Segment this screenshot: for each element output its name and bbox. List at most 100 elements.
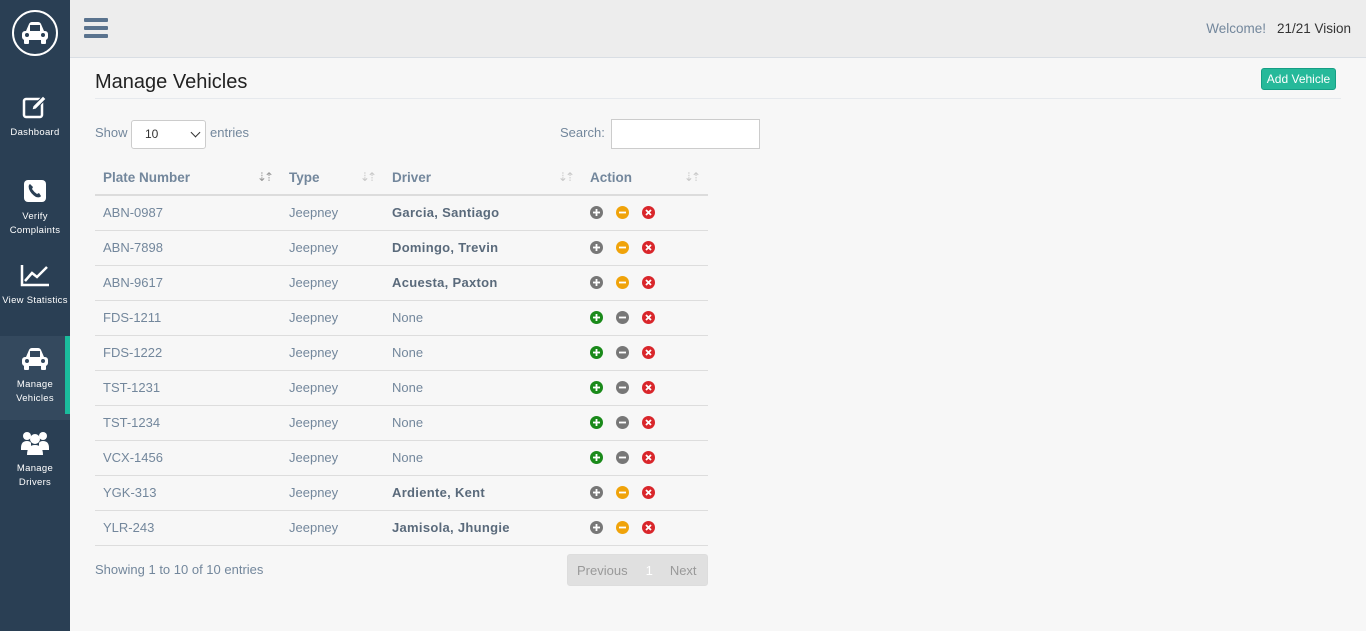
- sidebar-item-label: Dashboard: [10, 127, 60, 138]
- type-cell: Jeepney: [281, 195, 384, 231]
- unassign-driver-icon[interactable]: [616, 416, 629, 429]
- table-row: VCX-1456 Jeepney None: [95, 440, 708, 476]
- entries-select[interactable]: 10: [131, 120, 206, 149]
- next-button[interactable]: Next: [670, 563, 697, 578]
- driver-cell: Jamisola, Jhungie: [384, 510, 582, 546]
- unassign-driver-icon[interactable]: [616, 486, 629, 499]
- unassign-driver-icon[interactable]: [616, 451, 629, 464]
- assign-driver-icon[interactable]: [590, 311, 603, 324]
- delete-vehicle-icon[interactable]: [642, 486, 655, 499]
- sidebar-item-verify-complaints[interactable]: Verify Complaints: [0, 168, 70, 252]
- assign-driver-icon[interactable]: [590, 521, 603, 534]
- delete-vehicle-icon[interactable]: [642, 416, 655, 429]
- delete-vehicle-icon[interactable]: [642, 346, 655, 359]
- table-row: TST-1231 Jeepney None: [95, 370, 708, 406]
- plate-number-cell: ABN-7898: [95, 230, 281, 266]
- column-header-action[interactable]: Action ⇣⇡: [582, 160, 708, 196]
- driver-cell: Garcia, Santiago: [384, 195, 582, 231]
- table-row: TST-1234 Jeepney None: [95, 405, 708, 441]
- car-logo-icon[interactable]: [12, 10, 58, 56]
- user-menu[interactable]: 21/21 Vision: [1277, 21, 1351, 36]
- sort-icon: ⇣⇡: [683, 170, 701, 184]
- row-actions: [590, 521, 700, 534]
- plate-number-cell: FDS-1211: [95, 300, 281, 336]
- chevron-down-icon: [190, 127, 201, 138]
- assign-driver-icon[interactable]: [590, 241, 603, 254]
- entries-select-value: 10: [145, 127, 159, 141]
- page-title: Manage Vehicles: [95, 71, 248, 93]
- column-header-plate-number[interactable]: Plate Number ⇣⇡: [95, 160, 281, 196]
- phone-icon: [20, 176, 50, 206]
- action-cell: [582, 230, 708, 266]
- title-divider: [95, 98, 1341, 99]
- column-header-type[interactable]: Type ⇣⇡: [281, 160, 384, 196]
- type-cell: Jeepney: [281, 335, 384, 371]
- sidebar-item-dashboard[interactable]: Dashboard: [0, 84, 70, 168]
- type-cell: Jeepney: [281, 370, 384, 406]
- delete-vehicle-icon[interactable]: [642, 381, 655, 394]
- top-navbar: Welcome! 21/21 Vision: [70, 0, 1366, 58]
- driver-cell: None: [384, 405, 582, 441]
- type-cell: Jeepney: [281, 300, 384, 336]
- add-vehicle-button[interactable]: Add Vehicle: [1261, 68, 1336, 90]
- delete-vehicle-icon[interactable]: [642, 521, 655, 534]
- row-actions: [590, 381, 700, 394]
- type-cell: Jeepney: [281, 405, 384, 441]
- delete-vehicle-icon[interactable]: [642, 276, 655, 289]
- sidebar-item-view-statistics[interactable]: View Statistics: [0, 252, 70, 336]
- row-actions: [590, 311, 700, 324]
- plate-number-cell: VCX-1456: [95, 440, 281, 476]
- assign-driver-icon[interactable]: [590, 381, 603, 394]
- assign-driver-icon[interactable]: [590, 276, 603, 289]
- menu-toggle-icon[interactable]: [84, 18, 108, 38]
- unassign-driver-icon[interactable]: [616, 276, 629, 289]
- entries-label: entries: [210, 125, 250, 140]
- type-cell: Jeepney: [281, 265, 384, 301]
- sidebar-item-manage-drivers[interactable]: Manage Drivers: [0, 420, 70, 504]
- assign-driver-icon[interactable]: [590, 346, 603, 359]
- column-header-driver[interactable]: Driver ⇣⇡: [384, 160, 582, 196]
- car-icon: [20, 344, 50, 374]
- assign-driver-icon[interactable]: [590, 416, 603, 429]
- sidebar-item-label: Verify Complaints: [9, 211, 61, 236]
- action-cell: [582, 335, 708, 371]
- action-cell: [582, 405, 708, 441]
- unassign-driver-icon[interactable]: [616, 381, 629, 394]
- driver-cell: None: [384, 300, 582, 336]
- driver-cell: None: [384, 335, 582, 371]
- driver-cell: Ardiente, Kent: [384, 475, 582, 511]
- table-row: YLR-243 Jeepney Jamisola, Jhungie: [95, 510, 708, 546]
- plate-number-cell: TST-1231: [95, 370, 281, 406]
- unassign-driver-icon[interactable]: [616, 311, 629, 324]
- assign-driver-icon[interactable]: [590, 486, 603, 499]
- plate-number-cell: ABN-0987: [95, 195, 281, 231]
- row-actions: [590, 276, 700, 289]
- delete-vehicle-icon[interactable]: [642, 311, 655, 324]
- table-row: ABN-7898 Jeepney Domingo, Trevin: [95, 230, 708, 266]
- users-icon: [20, 428, 50, 458]
- unassign-driver-icon[interactable]: [616, 346, 629, 359]
- plate-number-cell: TST-1234: [95, 405, 281, 441]
- plate-number-cell: YLR-243: [95, 510, 281, 546]
- assign-driver-icon[interactable]: [590, 206, 603, 220]
- welcome-text: Welcome!: [1206, 21, 1266, 36]
- plate-number-cell: FDS-1222: [95, 335, 281, 371]
- row-actions: [590, 416, 700, 429]
- sort-asc-icon: ⇣⇡: [256, 170, 274, 184]
- previous-button[interactable]: Previous: [577, 563, 628, 578]
- assign-driver-icon[interactable]: [590, 451, 603, 464]
- delete-vehicle-icon[interactable]: [642, 206, 655, 220]
- table-row: ABN-0987 Jeepney Garcia, Santiago: [95, 195, 708, 231]
- search-input[interactable]: [611, 119, 760, 149]
- sidebar-item-manage-vehicles[interactable]: Manage Vehicles: [0, 336, 70, 420]
- delete-vehicle-icon[interactable]: [642, 451, 655, 464]
- row-actions: [590, 451, 700, 464]
- unassign-driver-icon[interactable]: [616, 521, 629, 534]
- delete-vehicle-icon[interactable]: [642, 241, 655, 254]
- edit-icon: [20, 92, 50, 122]
- row-actions: [590, 486, 700, 499]
- unassign-driver-icon[interactable]: [616, 241, 629, 254]
- unassign-driver-icon[interactable]: [616, 206, 629, 220]
- page-1-button[interactable]: 1: [646, 563, 653, 578]
- sort-icon: ⇣⇡: [359, 170, 377, 184]
